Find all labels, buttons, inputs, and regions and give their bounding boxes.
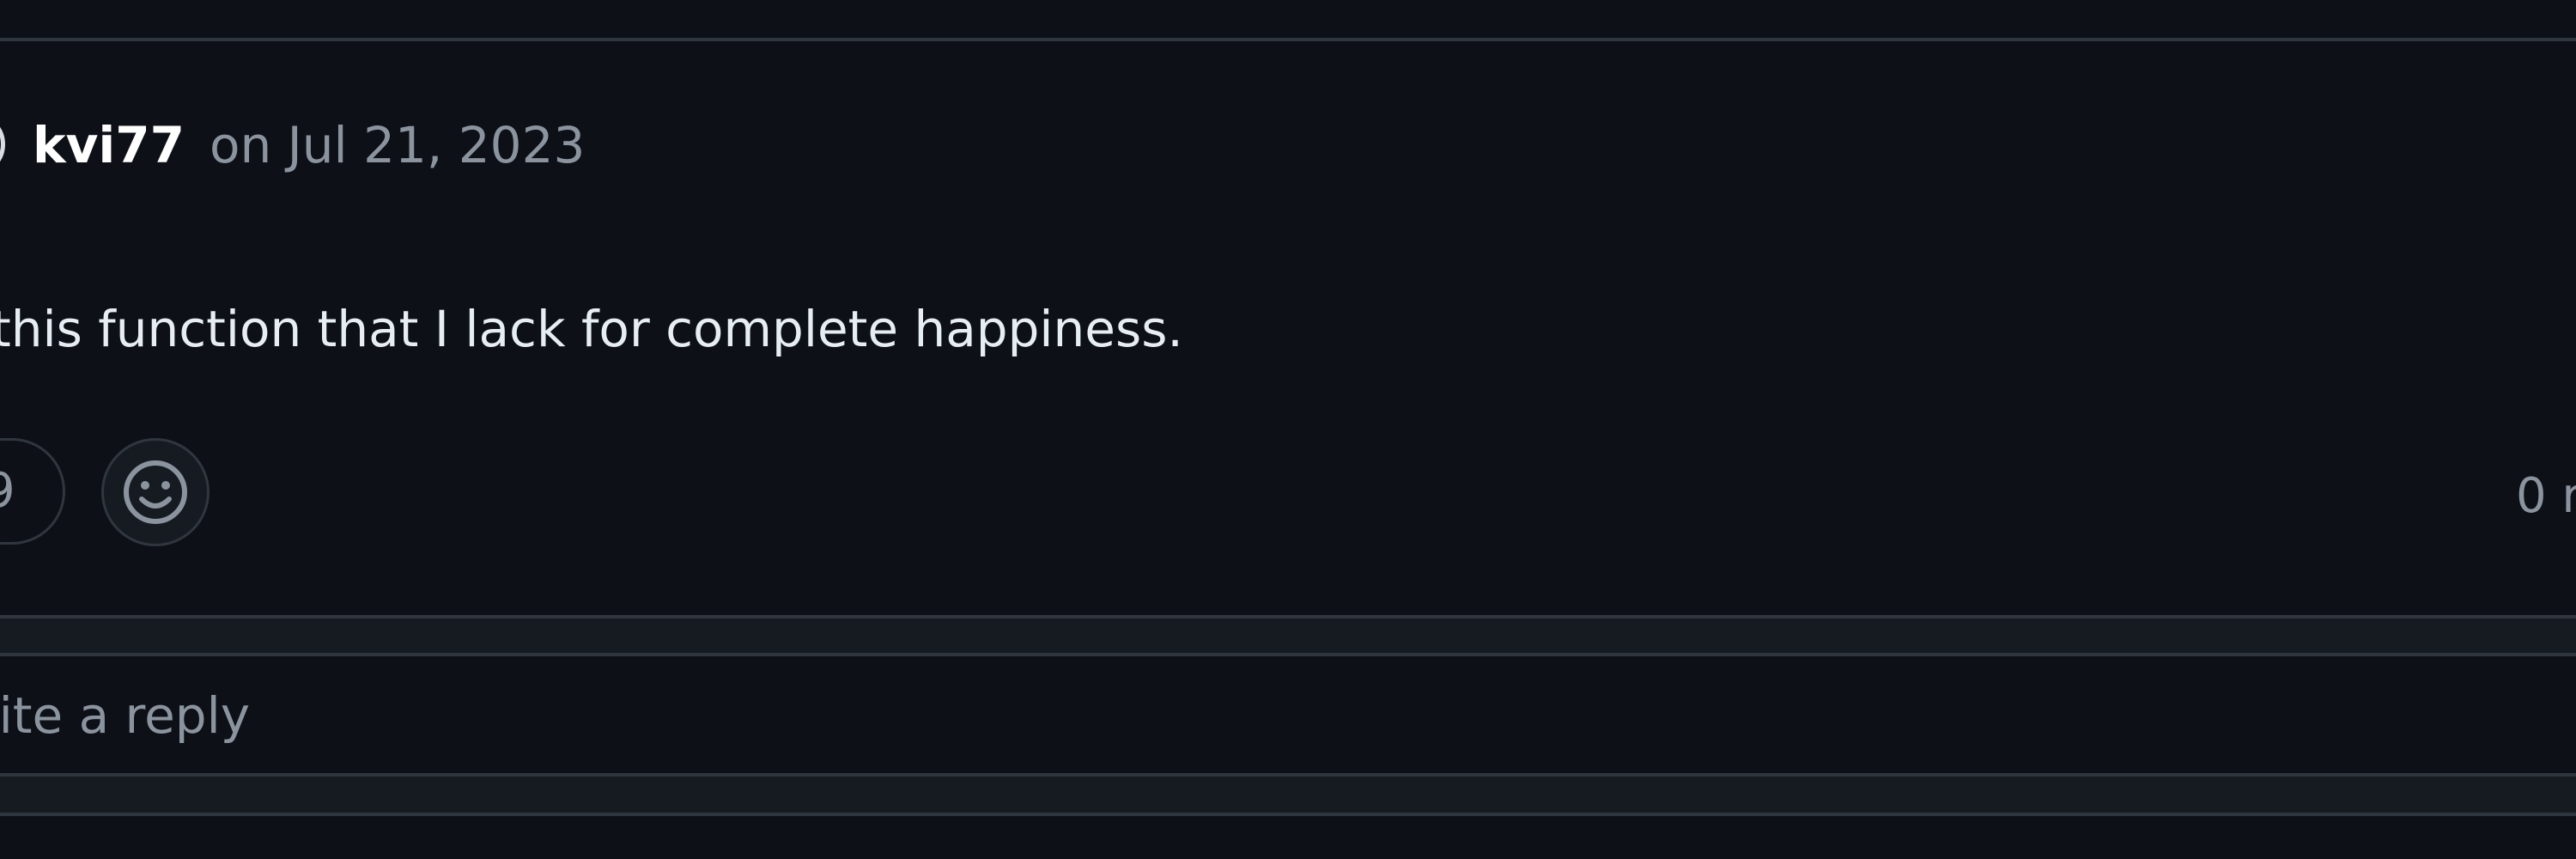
add-reaction-button[interactable] [101,438,210,546]
bottom-band [0,777,2576,813]
top-divider [0,38,2576,41]
reply-input[interactable] [0,658,2576,773]
avatar[interactable] [0,119,5,170]
reply-section-inner-divider [0,653,2576,656]
comment-timestamp[interactable]: on Jul 21, 2023 [210,113,585,177]
comment-body: this function that I lack for complete h… [0,300,1183,358]
reply-count: 0 r [2516,468,2576,524]
comment-author[interactable]: kvi77 [33,113,185,177]
discussion-comment-page: kvi77 on Jul 21, 2023 this function that… [0,0,2576,859]
bottom-divider [0,813,2576,816]
reply-section-divider [0,615,2576,618]
reaction-count: 9 [0,464,15,519]
smiley-icon [124,460,187,524]
reply-section-top-band [0,615,2576,656]
